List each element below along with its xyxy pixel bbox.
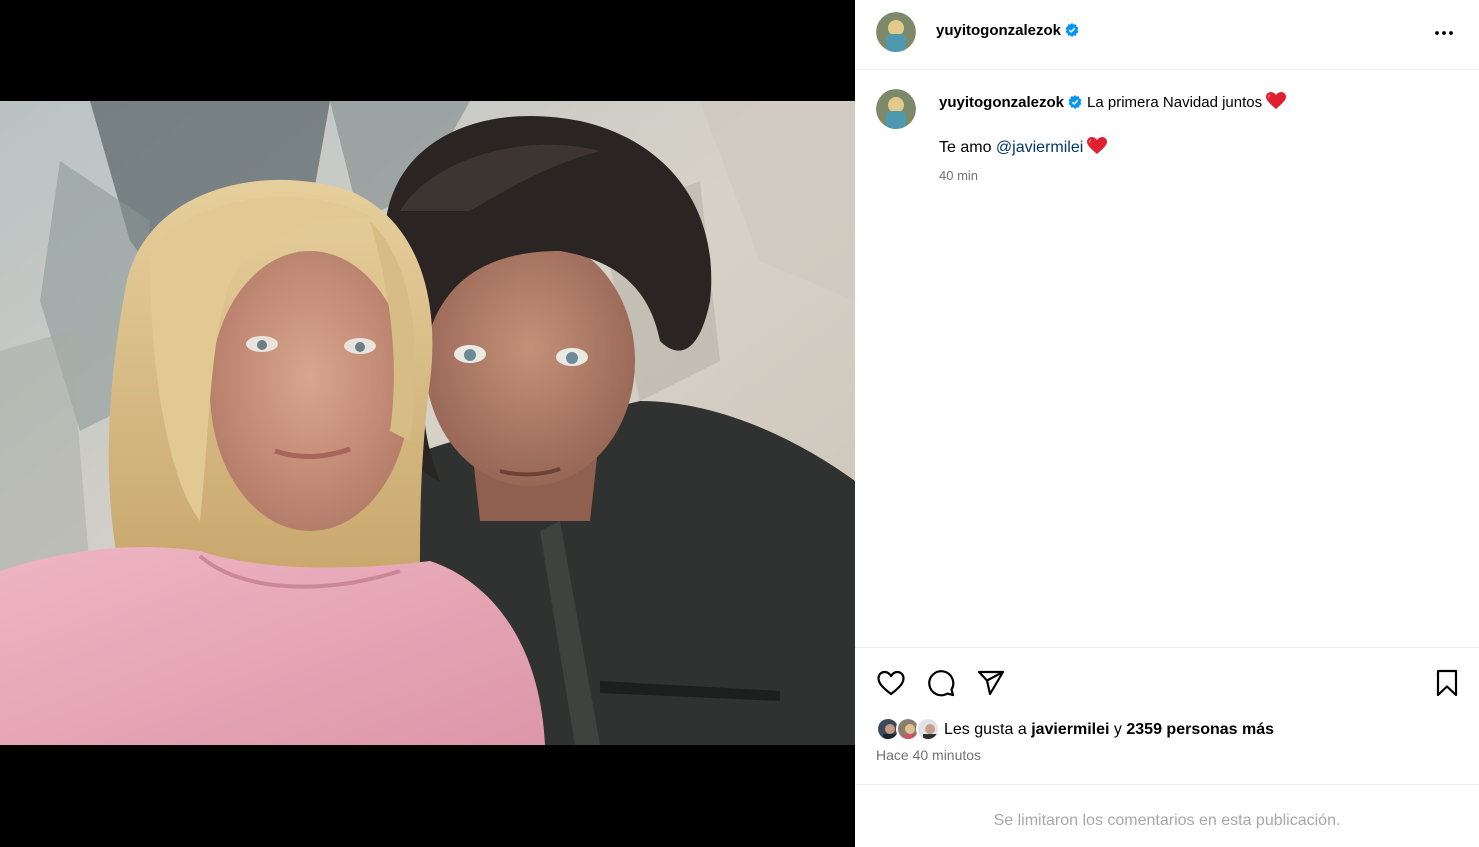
caption-love-text: Te amo xyxy=(939,139,992,156)
author-username-text[interactable]: yuyitogonzalezok xyxy=(936,22,1061,39)
caption-author-avatar[interactable] xyxy=(876,89,916,129)
heart-icon[interactable] xyxy=(876,668,906,698)
caption-text: La primera Navidad juntos xyxy=(1087,94,1263,111)
post-photo[interactable] xyxy=(0,101,855,745)
red-heart-emoji-icon xyxy=(1087,137,1108,154)
post-media xyxy=(0,0,855,847)
verified-badge-icon xyxy=(1068,95,1082,109)
likes-prefix: Les gusta a xyxy=(944,721,1027,738)
liker-avatar xyxy=(916,717,940,741)
red-heart-emoji-icon xyxy=(1266,92,1287,109)
comment-icon[interactable] xyxy=(926,668,956,698)
likes-text: Les gusta a javiermilei y 2359 personas … xyxy=(944,721,1274,739)
post-timestamp[interactable]: Hace 40 minutos xyxy=(876,747,981,763)
post-actions: Les gusta a javiermilei y 2359 personas … xyxy=(855,647,1479,785)
likes-user-link[interactable]: javiermilei xyxy=(1031,721,1109,738)
likes-conjunction: y xyxy=(1113,721,1122,738)
caption-second-line: Te amo @javiermilei xyxy=(939,137,1108,157)
post-header: yuyitogonzalezok xyxy=(855,0,1479,70)
mention-link[interactable]: @javiermilei xyxy=(996,139,1083,156)
likes-count-link[interactable]: 2359 personas más xyxy=(1126,721,1274,738)
comments-limited-notice: Se limitaron los comentarios en esta pub… xyxy=(993,812,1341,829)
author-avatar[interactable] xyxy=(876,12,916,52)
caption-timestamp[interactable]: 40 min xyxy=(939,168,978,183)
author-username[interactable]: yuyitogonzalezok xyxy=(936,22,1079,39)
caption-first-line: yuyitogonzalezok La primera Navidad junto… xyxy=(939,92,1287,111)
bookmark-icon[interactable] xyxy=(1432,668,1462,698)
post-details-panel: yuyitogonzalezok yuyitogonzalezok La prim… xyxy=(855,0,1479,847)
verified-badge-icon xyxy=(1065,23,1079,37)
share-icon[interactable] xyxy=(976,668,1006,698)
more-options-icon[interactable] xyxy=(1432,21,1456,45)
caption-username[interactable]: yuyitogonzalezok xyxy=(939,94,1064,111)
liker-avatars[interactable] xyxy=(876,717,942,743)
